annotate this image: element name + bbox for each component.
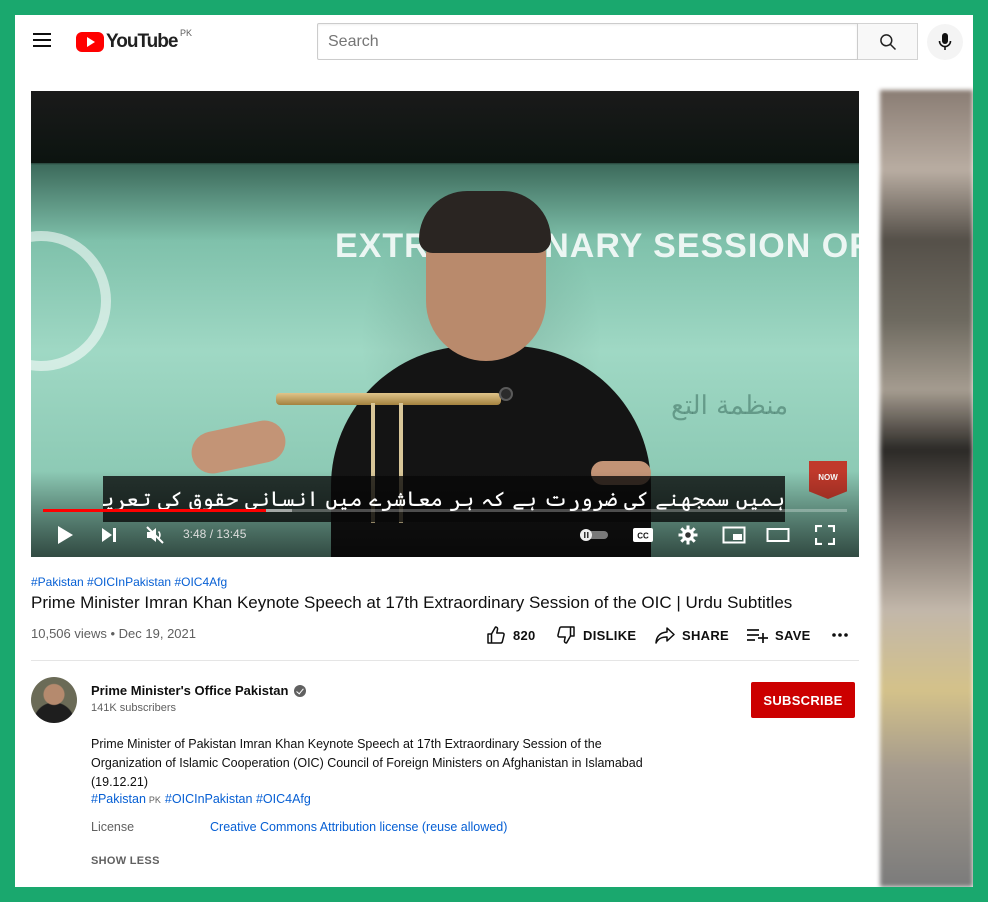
recommendations-rail[interactable] bbox=[880, 90, 973, 887]
voice-search-button[interactable] bbox=[927, 24, 963, 60]
search-icon bbox=[879, 33, 896, 50]
play-button[interactable] bbox=[53, 523, 77, 547]
fullscreen-button[interactable] bbox=[813, 523, 837, 547]
search-input[interactable] bbox=[317, 23, 858, 60]
subscribe-button[interactable]: SUBSCRIBE bbox=[751, 682, 855, 718]
country-code: PK bbox=[180, 28, 193, 38]
thumbs-up-icon bbox=[487, 626, 505, 644]
video-title: Prime Minister Imran Khan Keynote Speech… bbox=[31, 593, 793, 612]
podium bbox=[276, 393, 501, 405]
next-button[interactable] bbox=[97, 523, 121, 547]
view-count-date: 10,506 views • Dec 19, 2021 bbox=[31, 626, 196, 641]
autoplay-icon bbox=[580, 529, 608, 541]
more-horizontal-icon bbox=[832, 633, 848, 637]
muted-volume-icon bbox=[146, 526, 164, 544]
progress-played bbox=[43, 509, 266, 512]
youtube-play-icon bbox=[76, 32, 104, 52]
dislike-label: DISLIKE bbox=[583, 627, 637, 643]
share-icon bbox=[655, 627, 675, 644]
theater-mode-button[interactable] bbox=[765, 523, 791, 547]
hashtag-link[interactable]: #OIC4Afg bbox=[174, 575, 227, 589]
next-icon bbox=[102, 528, 116, 542]
description-hashtags: #Pakistan PK #OICInPakistan #OIC4Afg bbox=[91, 792, 311, 806]
progress-bar[interactable] bbox=[43, 509, 847, 512]
masthead: YouTube PK bbox=[15, 15, 973, 69]
search-button[interactable] bbox=[858, 23, 918, 60]
share-button[interactable]: SHARE bbox=[655, 623, 729, 647]
channel-name: Prime Minister's Office Pakistan bbox=[91, 683, 289, 698]
menu-icon[interactable] bbox=[29, 29, 55, 55]
foreign-affairs-seal bbox=[31, 231, 111, 371]
logo-text: YouTube bbox=[106, 31, 178, 52]
more-actions-button[interactable] bbox=[831, 623, 856, 647]
share-label: SHARE bbox=[682, 627, 730, 643]
speaker-hair bbox=[419, 191, 551, 253]
license-link[interactable]: Creative Commons Attribution license (re… bbox=[210, 820, 507, 834]
channel-name-link[interactable]: Prime Minister's Office Pakistan bbox=[91, 683, 307, 698]
svg-text:CC: CC bbox=[637, 532, 649, 541]
theater-mode-icon bbox=[766, 528, 790, 542]
hashtag-link[interactable]: #Pakistan bbox=[31, 575, 84, 589]
settings-button[interactable] bbox=[676, 523, 700, 547]
video-description: Prime Minister of Pakistan Imran Khan Ke… bbox=[91, 737, 643, 789]
thumbs-down-icon bbox=[557, 626, 575, 644]
speaker-hand bbox=[187, 416, 290, 478]
dislike-button[interactable]: DISLIKE bbox=[556, 623, 636, 647]
caption-text: ہمیں سمجھنے کی ضرورت ہے کہ ہر معاشرے میں… bbox=[103, 476, 785, 522]
save-label: SAVE bbox=[775, 627, 811, 643]
miniplayer-button[interactable] bbox=[721, 523, 747, 547]
ceiling bbox=[31, 91, 859, 163]
youtube-watch-page: YouTube PK EXTRAORDINARY SESSION OF TH م… bbox=[15, 15, 973, 887]
time-display: 3:48 / 13:45 bbox=[183, 527, 247, 541]
divider bbox=[31, 660, 859, 661]
fullscreen-icon bbox=[815, 525, 835, 545]
hashtag-link[interactable]: #OICInPakistan bbox=[87, 575, 171, 589]
country-flag-label: PK bbox=[148, 795, 161, 805]
verified-badge-icon bbox=[294, 684, 307, 697]
license-label: License bbox=[91, 820, 135, 834]
microphone-icon bbox=[938, 33, 952, 50]
captions-icon: CC bbox=[633, 528, 653, 542]
miniplayer-icon bbox=[722, 526, 746, 544]
show-less-button[interactable]: SHOW LESS bbox=[91, 855, 160, 867]
mute-button[interactable] bbox=[143, 523, 167, 547]
subscriber-count: 141K subscribers bbox=[91, 702, 176, 714]
save-button[interactable]: SAVE bbox=[746, 623, 811, 647]
play-icon bbox=[58, 526, 73, 544]
backdrop-arabic-text: منظمة التع bbox=[671, 391, 789, 421]
hashtag-link[interactable]: #Pakistan bbox=[91, 792, 146, 806]
like-count: 820 bbox=[513, 627, 536, 643]
youtube-logo[interactable]: YouTube PK bbox=[76, 28, 192, 54]
hashtag-link[interactable]: #OICInPakistan bbox=[165, 792, 253, 806]
backdrop-banner-text: EXTRAORDINARY SESSION OF TH bbox=[335, 227, 859, 265]
captions-button[interactable]: CC bbox=[631, 523, 655, 547]
like-button[interactable]: 820 bbox=[486, 623, 536, 647]
autoplay-toggle[interactable] bbox=[579, 523, 609, 547]
gear-icon bbox=[678, 525, 698, 545]
podium-mic bbox=[499, 387, 513, 401]
playlist-add-icon bbox=[747, 629, 768, 643]
channel-avatar[interactable] bbox=[31, 677, 77, 723]
video-hashtags: #Pakistan #OICInPakistan #OIC4Afg bbox=[31, 575, 227, 589]
hashtag-link[interactable]: #OIC4Afg bbox=[256, 792, 311, 806]
video-player[interactable]: EXTRAORDINARY SESSION OF TH منظمة التع N… bbox=[31, 91, 859, 557]
